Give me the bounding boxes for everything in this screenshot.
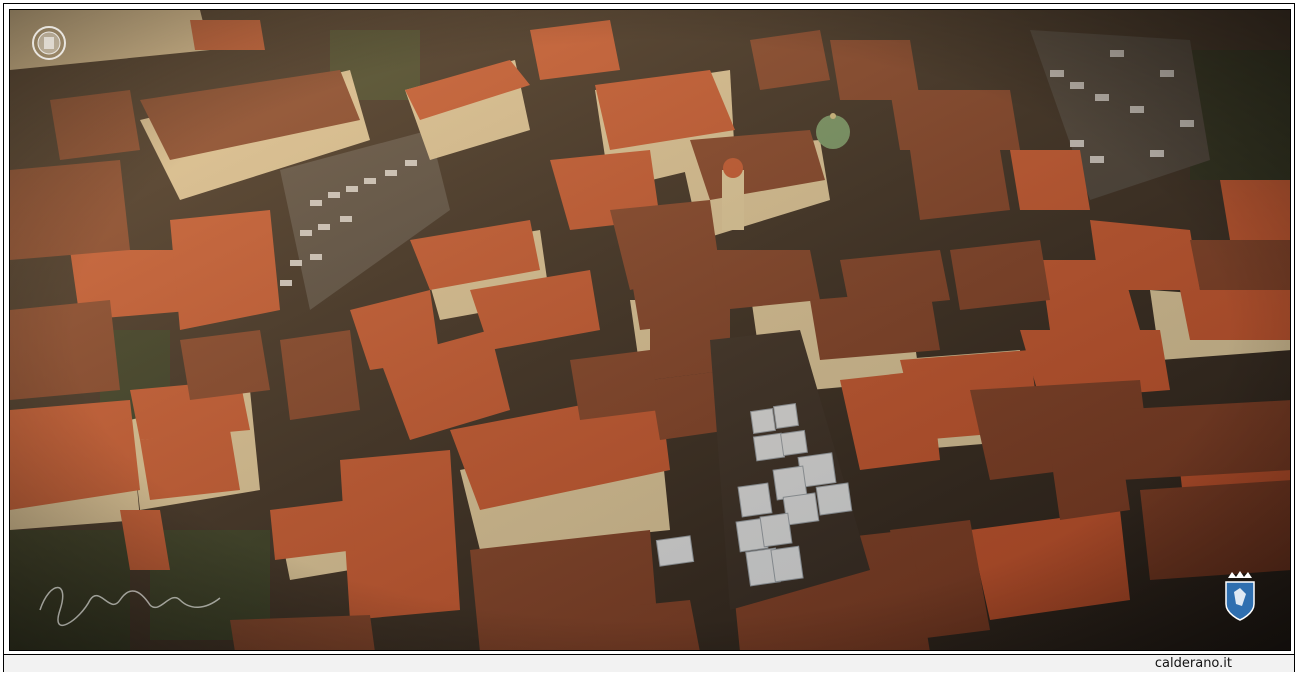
aerial-town-illustration bbox=[10, 10, 1290, 650]
aerial-photo bbox=[9, 9, 1291, 651]
footer-bar: calderano.it bbox=[4, 654, 1294, 672]
site-label: calderano.it bbox=[1154, 656, 1232, 671]
handwritten-signature-icon bbox=[39, 586, 221, 626]
crest-seal-icon bbox=[32, 26, 66, 60]
vignette bbox=[10, 10, 1290, 650]
coat-of-arms-icon bbox=[1225, 571, 1255, 621]
